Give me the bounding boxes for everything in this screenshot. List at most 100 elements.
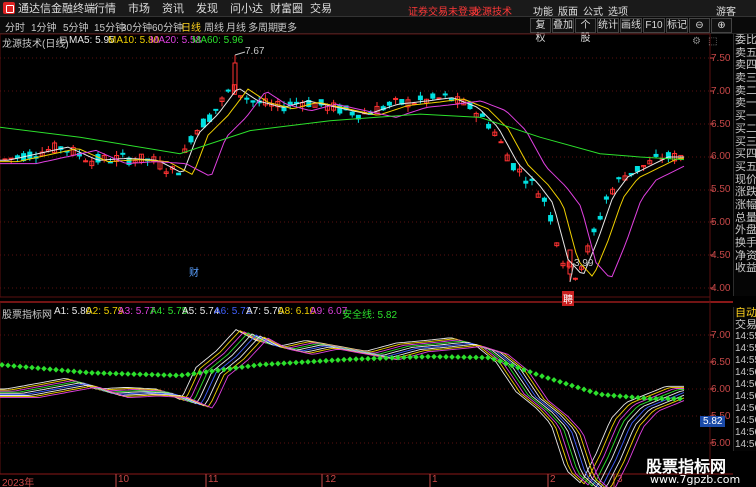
- candle-body: [2, 158, 8, 161]
- sub-y-tick-650: 6.50: [711, 357, 731, 368]
- safety-line-dot: [317, 358, 323, 364]
- settings-icon[interactable]: ⚙: [692, 36, 701, 47]
- y-tick-550: 5.50: [711, 184, 731, 195]
- safety-line-dot: [341, 356, 347, 363]
- safety-line-dot: [89, 370, 95, 376]
- sub-y-tick-700: 7.00: [711, 330, 731, 341]
- y-tick-650: 6.50: [711, 119, 731, 130]
- quote-row: 委比: [735, 34, 756, 46]
- event-mark-finance[interactable]: 财: [189, 264, 199, 279]
- ma10-line: [0, 88, 684, 277]
- candle-body: [176, 172, 182, 176]
- kline-chart-canvas[interactable]: [0, 0, 756, 487]
- trade-time: 14:56: [735, 427, 756, 438]
- y-tick-750: 7.50: [711, 53, 731, 64]
- trade-time: 14:55: [735, 355, 756, 366]
- quote-row: 买二: [735, 122, 756, 135]
- candle-body: [510, 163, 516, 171]
- safety-line-dot: [251, 362, 257, 369]
- safety-line-dot: [605, 392, 611, 398]
- candle-body: [541, 197, 547, 202]
- safety-line-dot: [533, 371, 539, 377]
- safety-line-dot: [107, 370, 113, 377]
- safety-line-dot: [623, 393, 629, 400]
- quote-row: 换手: [735, 237, 756, 249]
- trade-time: 14:55: [735, 343, 756, 354]
- trade-time: 14:56: [735, 391, 756, 402]
- safety-line-dot: [281, 360, 287, 367]
- candle-body: [591, 228, 597, 233]
- y-tick-400: 4.00: [711, 283, 731, 294]
- safety-line-dot: [0, 362, 5, 368]
- event-mark-hire[interactable]: 聘: [562, 291, 574, 306]
- x-tick-dec: 12: [325, 474, 337, 485]
- quote-row: 买三: [735, 135, 756, 148]
- sub-y-tick-500: 5.00: [711, 438, 731, 449]
- indicator-line-a4: [0, 332, 684, 487]
- quote-row: 现价: [735, 173, 756, 186]
- safety-line-dot: [11, 363, 17, 369]
- safety-line-dot: [353, 356, 359, 362]
- sub-chart-frame: [0, 301, 711, 475]
- candle-body: [244, 97, 250, 100]
- candle-body: [200, 118, 206, 128]
- safety-line-dot: [287, 360, 293, 366]
- low-price-label: 3.99: [574, 258, 594, 269]
- quote-row: 买四: [735, 148, 756, 161]
- safety-line-dot: [311, 358, 317, 365]
- candle-body: [213, 108, 219, 111]
- safety-line-dot: [371, 355, 377, 362]
- safety-line-dot: [473, 354, 479, 361]
- safety-line-dot: [35, 365, 41, 371]
- safety-line-dot: [23, 364, 29, 370]
- expand-icon[interactable]: ⬚: [708, 36, 717, 47]
- safety-line-dot: [569, 382, 575, 389]
- safety-line-dot: [671, 395, 677, 402]
- collapse-icon[interactable]: ⊟: [59, 35, 67, 46]
- safety-line-dot: [113, 370, 119, 377]
- safety-line-dot: [125, 371, 131, 377]
- y-tick-700: 7.00: [711, 86, 731, 97]
- safety-line-dot: [83, 369, 89, 376]
- safety-line-dot: [305, 358, 311, 365]
- candle-body: [634, 166, 640, 172]
- x-tick-nov: 11: [208, 474, 219, 485]
- x-tick-oct: 10: [118, 474, 130, 485]
- x-tick-jan: 1: [432, 474, 438, 485]
- trade-panel-header[interactable]: 自动: [734, 307, 756, 319]
- candle-body: [548, 215, 554, 222]
- candle-body: [572, 277, 578, 280]
- safety-line-dot: [239, 364, 245, 370]
- safety-line-dot: [179, 372, 185, 379]
- candle-body: [523, 180, 529, 184]
- safety-line-dot: [269, 361, 275, 367]
- safety-line-dot: [581, 386, 587, 393]
- trade-panel-subheader: 交易: [735, 319, 756, 331]
- x-tick-feb: 2: [550, 474, 556, 485]
- candle-body: [442, 93, 448, 96]
- safety-line-dot: [425, 353, 431, 360]
- x-tick-mar: 3: [617, 474, 623, 485]
- sub-y-tick-600: 6.00: [711, 384, 731, 395]
- candle-body: [653, 153, 659, 157]
- safety-line-dot: [323, 357, 329, 364]
- safety-line-dot: [455, 354, 461, 360]
- safety-line-dot: [551, 377, 557, 383]
- safety-line-dot: [29, 364, 35, 371]
- safety-line-dot: [155, 372, 161, 378]
- safety-line-dot: [71, 368, 77, 375]
- stock-terminal-window: 通达信金融终端 行情 市场 资讯 发现 问小达 财富圈 交易 证券交易未登录 龙…: [0, 0, 756, 487]
- safety-line-dot: [59, 367, 65, 374]
- quote-row: 涨跌: [735, 186, 756, 199]
- safety-line-dot: [167, 372, 173, 379]
- safety-line-dot: [143, 371, 149, 378]
- safety-line-dot: [149, 371, 155, 378]
- quote-row: 卖二: [735, 84, 756, 97]
- safety-line-dot: [617, 393, 623, 399]
- safety-line-dot: [65, 367, 71, 374]
- indicator-line-a9: [0, 337, 685, 487]
- indicator-line-a5: [0, 333, 685, 487]
- candle-body: [393, 97, 399, 100]
- safety-line-dot: [467, 354, 473, 361]
- candle-body: [250, 100, 256, 103]
